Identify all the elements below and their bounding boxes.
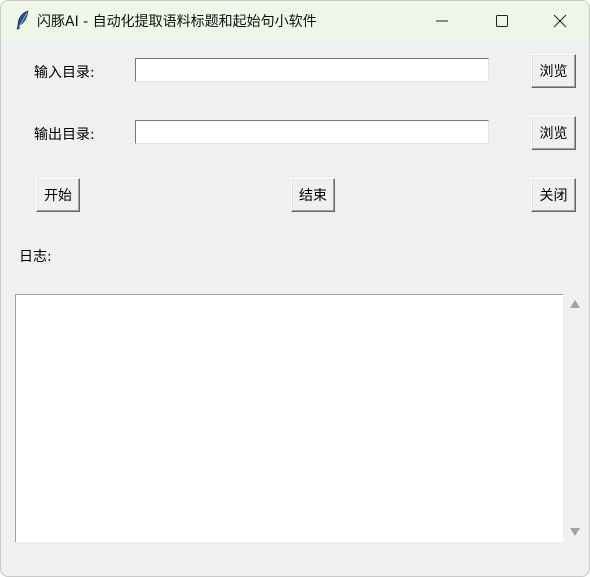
input-dir-label: 输入目录: xyxy=(34,65,95,81)
close-button[interactable]: 关闭 xyxy=(531,178,576,212)
minimize-button[interactable] xyxy=(413,1,471,40)
start-button[interactable]: 开始 xyxy=(36,178,80,212)
app-window: 闪豚AI - 自动化提取语料标题和起始句小软件 输入目录: 浏览 输出目录: 浏… xyxy=(0,0,590,577)
output-dir-field[interactable] xyxy=(135,120,489,144)
scroll-down-icon[interactable] xyxy=(570,528,580,536)
log-textarea[interactable] xyxy=(15,294,563,542)
title-bar[interactable]: 闪豚AI - 自动化提取语料标题和起始句小软件 xyxy=(1,1,589,40)
close-icon xyxy=(553,14,567,28)
feather-icon xyxy=(15,10,31,30)
close-window-button[interactable] xyxy=(531,1,589,40)
minimize-icon xyxy=(436,20,448,22)
log-label: 日志: xyxy=(19,249,52,265)
window-title: 闪豚AI - 自动化提取语料标题和起始句小软件 xyxy=(37,14,317,30)
browse-input-button[interactable]: 浏览 xyxy=(531,54,576,88)
end-button[interactable]: 结束 xyxy=(291,178,335,212)
log-scrollbar[interactable] xyxy=(564,294,585,542)
maximize-icon xyxy=(496,15,508,27)
maximize-button[interactable] xyxy=(473,1,531,40)
output-dir-label: 输出目录: xyxy=(34,127,95,143)
input-dir-field[interactable] xyxy=(135,58,489,82)
browse-output-button[interactable]: 浏览 xyxy=(531,116,576,150)
scroll-up-icon[interactable] xyxy=(570,300,580,308)
